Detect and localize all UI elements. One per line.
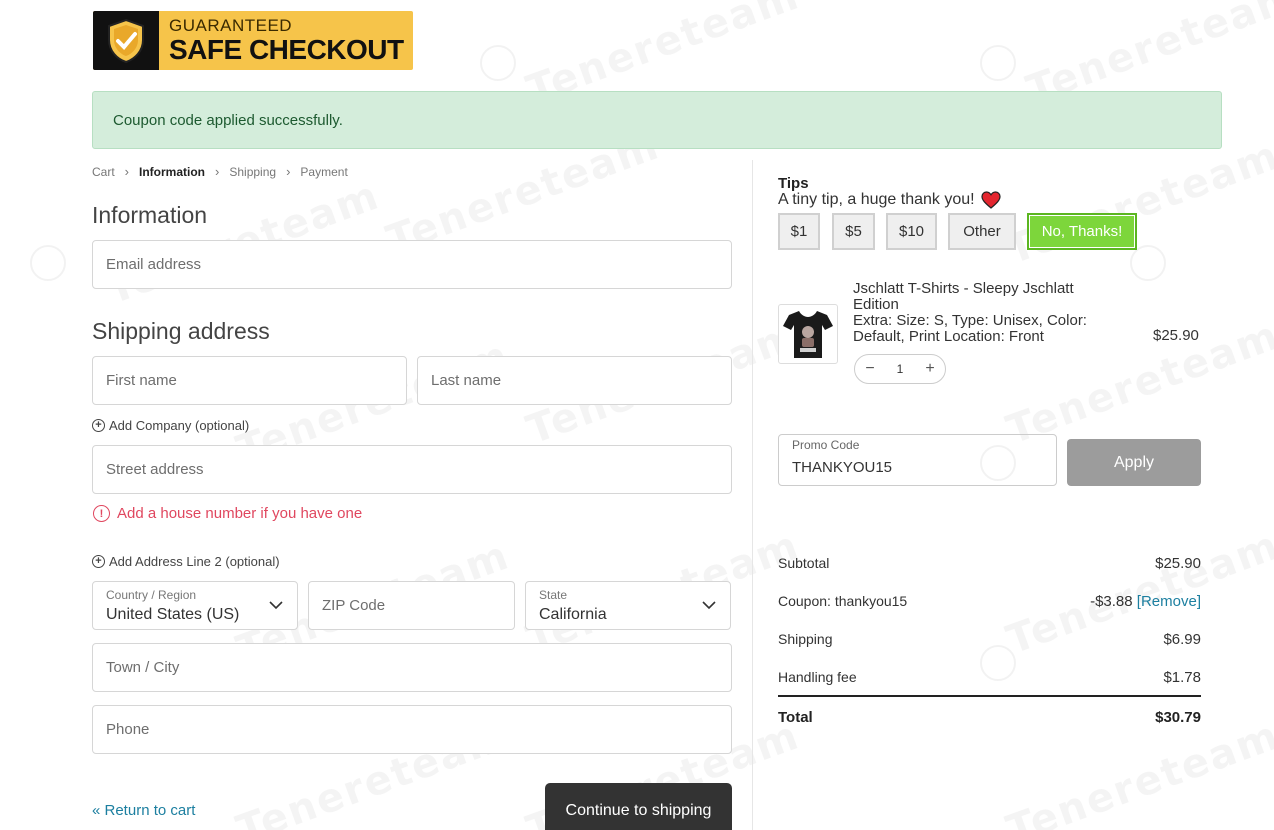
coupon-row: Coupon: thankyou15 -$3.88 [Remove] <box>778 593 1201 610</box>
tshirt-icon <box>783 311 833 358</box>
quantity-value[interactable]: 1 <box>897 362 904 376</box>
city-field[interactable] <box>92 643 732 692</box>
plus-circle-icon: + <box>92 555 105 568</box>
coupon-label: Coupon: thankyou15 <box>778 593 908 609</box>
first-name-input[interactable] <box>93 357 406 404</box>
country-select[interactable]: Country / Region United States (US) <box>92 581 298 630</box>
tip-10-button[interactable]: $10 <box>886 213 937 250</box>
country-value: United States (US) <box>106 606 240 623</box>
promo-code-value[interactable]: THANKYOU15 <box>792 459 892 476</box>
success-alert: Coupon code applied successfully. <box>92 91 1222 149</box>
tip-other-button[interactable]: Other <box>948 213 1016 250</box>
shipping-heading: Shipping address <box>92 318 270 344</box>
column-divider <box>752 160 753 830</box>
shield-check-icon <box>93 11 159 70</box>
handling-fee-label: Handling fee <box>778 669 857 685</box>
watermark-seal-icon <box>1130 245 1166 281</box>
product-price: $25.90 <box>1153 327 1199 344</box>
zip-code-input[interactable] <box>309 582 514 629</box>
plus-icon[interactable]: + <box>923 360 937 378</box>
tips-title: Tips <box>778 175 809 192</box>
add-company-label: Add Company (optional) <box>109 418 250 433</box>
tip-no-thanks-button[interactable]: No, Thanks! <box>1027 213 1137 250</box>
first-name-field[interactable] <box>92 356 407 405</box>
chevron-right-icon: › <box>286 164 291 179</box>
product-thumbnail <box>778 304 838 364</box>
subtotal-row: Subtotal $25.90 <box>778 555 1201 572</box>
safe-checkout-badge: GUARANTEED SAFE CHECKOUT <box>93 11 413 70</box>
breadcrumb-information: Information <box>139 164 206 179</box>
watermark-seal-icon <box>480 45 516 81</box>
apply-button[interactable]: Apply <box>1067 439 1201 486</box>
heart-icon <box>980 191 1001 209</box>
promo-code-label: Promo Code <box>792 438 860 452</box>
watermark-text: Tenereteam <box>1001 712 1274 830</box>
quantity-stepper: − 1 + <box>854 354 946 384</box>
breadcrumb-shipping: Shipping <box>229 164 277 179</box>
badge-line2: SAFE CHECKOUT <box>169 34 404 65</box>
phone-input[interactable] <box>93 706 731 753</box>
chevron-down-icon <box>269 601 283 610</box>
badge-text: GUARANTEED SAFE CHECKOUT <box>159 17 404 64</box>
state-select[interactable]: State California <box>525 581 731 630</box>
return-to-cart-link[interactable]: « Return to cart <box>92 802 195 819</box>
shipping-value: $6.99 <box>1163 631 1201 648</box>
tip-5-button[interactable]: $5 <box>832 213 875 250</box>
watermark-text: Tenereteam <box>1001 132 1274 273</box>
information-heading: Information <box>92 202 208 228</box>
tip-1-button[interactable]: $1 <box>778 213 820 250</box>
product-name: Jschlatt T-Shirts - Sleepy Jschlatt Edit… <box>853 280 1074 313</box>
coupon-value: -$3.88 <box>1090 593 1133 610</box>
city-input[interactable] <box>93 644 731 691</box>
zip-code-field[interactable] <box>308 581 515 630</box>
last-name-input[interactable] <box>418 357 731 404</box>
street-address-input[interactable] <box>93 446 731 493</box>
total-value: $30.79 <box>1155 709 1201 726</box>
state-value: California <box>539 606 607 623</box>
tips-subtitle: A tiny tip, a huge thank you! <box>778 191 1001 209</box>
continue-to-shipping-button[interactable]: Continue to shipping <box>545 783 732 830</box>
phone-field[interactable] <box>92 705 732 754</box>
remove-coupon-link[interactable]: [Remove] <box>1137 593 1201 610</box>
handling-fee-value: $1.78 <box>1163 669 1201 686</box>
email-input[interactable] <box>93 241 731 288</box>
shipping-label: Shipping <box>778 631 833 647</box>
breadcrumb-cart[interactable]: Cart <box>92 165 115 179</box>
street-error: ! Add a house number if you have one <box>93 505 362 522</box>
street-address-field[interactable] <box>92 445 732 494</box>
chevron-right-icon: › <box>215 164 220 179</box>
total-row: Total $30.79 <box>778 709 1201 726</box>
plus-circle-icon: + <box>92 419 105 432</box>
add-address-line2-link[interactable]: + Add Address Line 2 (optional) <box>92 554 280 569</box>
product-options: Extra: Size: S, Type: Unisex, Color: Def… <box>853 312 1087 345</box>
subtotal-label: Subtotal <box>778 555 830 571</box>
total-label: Total <box>778 709 813 726</box>
badge-line1: GUARANTEED <box>169 16 293 35</box>
alert-circle-icon: ! <box>93 505 110 522</box>
watermark-seal-icon <box>980 45 1016 81</box>
tips-subtitle-text: A tiny tip, a huge thank you! <box>778 191 975 208</box>
state-label: State <box>539 588 568 602</box>
breadcrumb: Cart › Information › Shipping › Payment <box>92 164 348 179</box>
handling-fee-row: Handling fee $1.78 <box>778 669 1201 686</box>
shipping-row: Shipping $6.99 <box>778 631 1201 648</box>
chevron-down-icon <box>702 601 716 610</box>
add-company-link[interactable]: + Add Company (optional) <box>92 418 249 433</box>
street-error-text: Add a house number if you have one <box>117 505 363 522</box>
coupon-amount: -$3.88 [Remove] <box>1090 593 1201 610</box>
country-label: Country / Region <box>106 588 197 602</box>
minus-icon[interactable]: − <box>863 360 877 378</box>
total-divider <box>778 695 1201 697</box>
watermark-seal-icon <box>30 245 66 281</box>
subtotal-value: $25.90 <box>1155 555 1201 572</box>
promo-code-field[interactable]: Promo Code THANKYOU15 <box>778 434 1057 486</box>
email-field[interactable] <box>92 240 732 289</box>
last-name-field[interactable] <box>417 356 732 405</box>
chevron-right-icon: › <box>124 164 130 179</box>
add-address-line2-label: Add Address Line 2 (optional) <box>109 554 280 569</box>
breadcrumb-payment: Payment <box>300 164 348 179</box>
